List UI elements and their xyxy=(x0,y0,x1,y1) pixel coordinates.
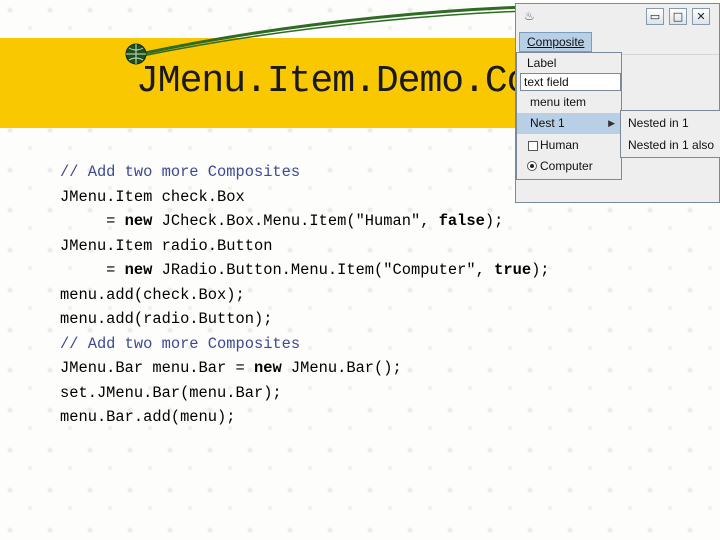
submenu-arrow-icon: ▶ xyxy=(608,118,615,128)
code-line: JMenu.Bar menu.Bar = new JMenu.Bar(); xyxy=(60,356,550,381)
composite-menu-popup: Label text field menu item Nest 1 ▶ Huma… xyxy=(516,52,622,180)
menu-item[interactable]: menu item xyxy=(517,92,621,113)
code-text: JCheck.Box.Menu.Item("Human", xyxy=(152,212,439,230)
code-line: menu.Bar.add(menu); xyxy=(60,405,550,430)
computer-radio-item[interactable]: Computer xyxy=(517,156,621,177)
code-text: JMenu.Bar(); xyxy=(281,359,402,377)
menu-text-field[interactable]: text field xyxy=(520,73,621,91)
minimize-button[interactable]: ▭ xyxy=(646,8,664,25)
code-comment: // Add two more Composites xyxy=(60,163,301,181)
code-text: ); xyxy=(484,212,504,230)
code-text: JRadio.Button.Menu.Item("Computer", xyxy=(152,261,495,279)
code-line: menu.add(radio.Button); xyxy=(60,307,550,332)
code-keyword: new xyxy=(124,261,153,279)
code-text: menu.Bar.add(menu); xyxy=(60,408,236,426)
code-line: = new JCheck.Box.Menu.Item("Human", fals… xyxy=(60,209,550,234)
code-text: menu.add(check.Box); xyxy=(60,285,245,304)
code-keyword: true xyxy=(494,261,532,279)
submenu-item-nested-in-1[interactable]: Nested in 1 xyxy=(621,113,720,134)
checkbox-icon[interactable] xyxy=(528,141,538,151)
menu-nest-1[interactable]: Nest 1 ▶ xyxy=(517,113,621,134)
code-line: menu.add(check.Box); xyxy=(60,283,550,308)
menu-composite[interactable]: Composite xyxy=(519,32,593,52)
code-text: = xyxy=(60,212,125,230)
nest-1-submenu: Nested in 1 Nested in 1 also xyxy=(620,110,720,158)
computer-label: Computer xyxy=(540,159,593,173)
radio-selected-icon[interactable] xyxy=(527,161,537,171)
code-text: = xyxy=(60,261,125,279)
code-text: ); xyxy=(531,261,550,279)
human-checkbox-item[interactable]: Human xyxy=(517,135,621,156)
code-keyword: new xyxy=(253,359,282,377)
code-text: set.JMenu.Bar(menu.Bar); xyxy=(60,383,282,402)
code-block: // Add two more Composites JMenu.Item che… xyxy=(60,160,550,430)
maximize-button[interactable]: □ xyxy=(669,8,687,25)
menu-label: Label xyxy=(527,56,557,70)
human-label: Human xyxy=(540,138,579,152)
code-line: // Add two more Composites xyxy=(60,160,550,185)
code-line: set.JMenu.Bar(menu.Bar); xyxy=(60,381,550,406)
nest-label: Nest 1 xyxy=(530,116,565,130)
code-keyword: false xyxy=(438,212,485,230)
code-line: // Add two more Composites xyxy=(60,332,550,357)
close-button[interactable]: ✕ xyxy=(692,8,710,25)
code-text: JMenu.Item check.Box xyxy=(60,187,245,206)
code-line: JMenu.Item check.Box xyxy=(60,185,550,210)
code-line: JMenu.Item radio.Button xyxy=(60,234,550,259)
code-text: JMenu.Item radio.Button xyxy=(60,236,273,255)
code-comment: // Add two more Composites xyxy=(60,334,301,353)
code-text: menu.add(radio.Button); xyxy=(60,310,273,328)
window-titlebar[interactable]: ♨ ▭ □ ✕ xyxy=(516,4,719,30)
java-cup-icon[interactable]: ♨ xyxy=(524,9,535,23)
submenu-item-nested-in-1-also[interactable]: Nested in 1 also xyxy=(621,135,720,156)
code-keyword: new xyxy=(124,212,153,230)
code-line: = new JRadio.Button.Menu.Item("Computer"… xyxy=(60,258,550,283)
code-text: JMenu.Bar menu.Bar = xyxy=(60,359,254,377)
